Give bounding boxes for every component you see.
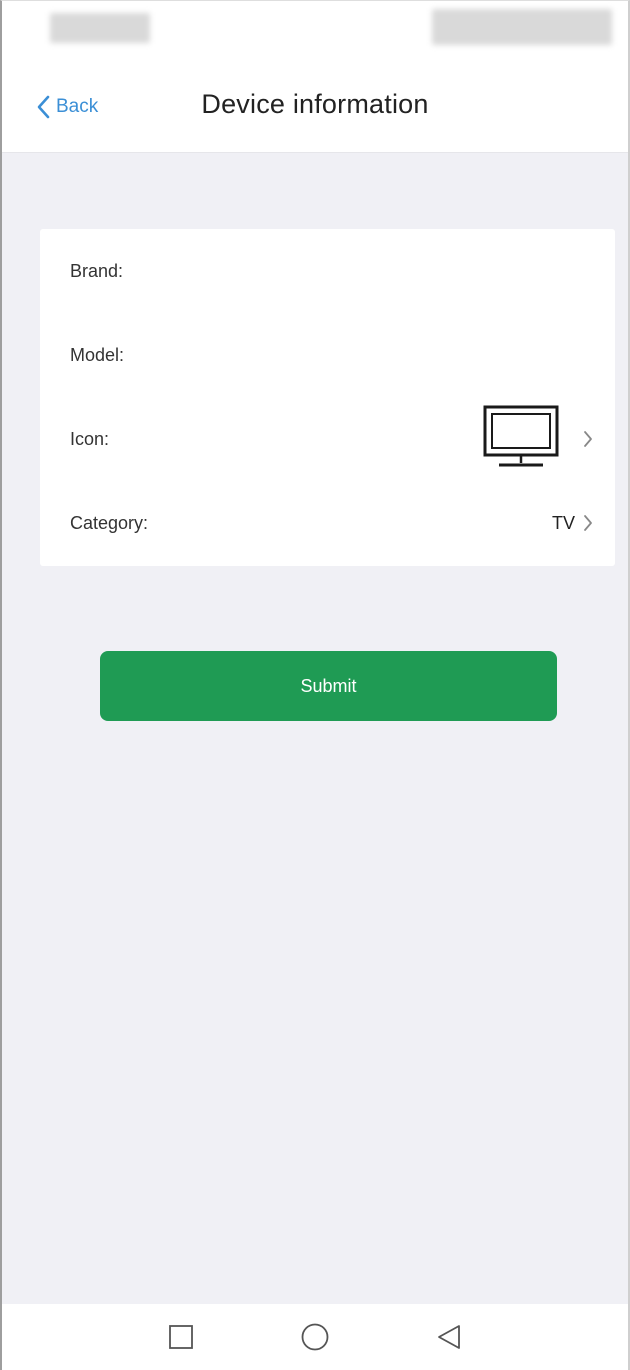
home-circle-icon[interactable] — [298, 1320, 332, 1354]
device-info-form: Brand: Model: Icon: Category: TV — [40, 229, 615, 566]
submit-button[interactable]: Submit — [100, 651, 557, 721]
category-row[interactable]: Category: TV — [40, 481, 615, 565]
category-label: Category: — [70, 512, 149, 533]
status-bar-right-blur — [432, 9, 612, 45]
navigation-bar: Back Device information — [2, 61, 628, 153]
model-row[interactable]: Model: — [40, 313, 615, 397]
recents-square-icon[interactable] — [164, 1320, 198, 1354]
status-bar-left-blur — [50, 13, 150, 43]
icon-row[interactable]: Icon: — [40, 397, 615, 481]
page-title: Device information — [201, 89, 429, 119]
icon-label: Icon: — [70, 428, 110, 449]
brand-row[interactable]: Brand: — [40, 229, 615, 313]
phone-screen: Back Device information Brand: Model: Ic… — [0, 0, 630, 1370]
model-label: Model: — [70, 344, 125, 365]
chevron-right-icon — [583, 430, 593, 448]
category-value: TV — [551, 512, 575, 533]
status-bar — [2, 1, 628, 61]
system-navigation-bar — [2, 1304, 628, 1370]
chevron-right-icon — [583, 514, 593, 532]
tv-icon — [483, 405, 559, 474]
brand-label: Brand: — [70, 260, 124, 281]
back-triangle-icon[interactable] — [432, 1320, 466, 1354]
